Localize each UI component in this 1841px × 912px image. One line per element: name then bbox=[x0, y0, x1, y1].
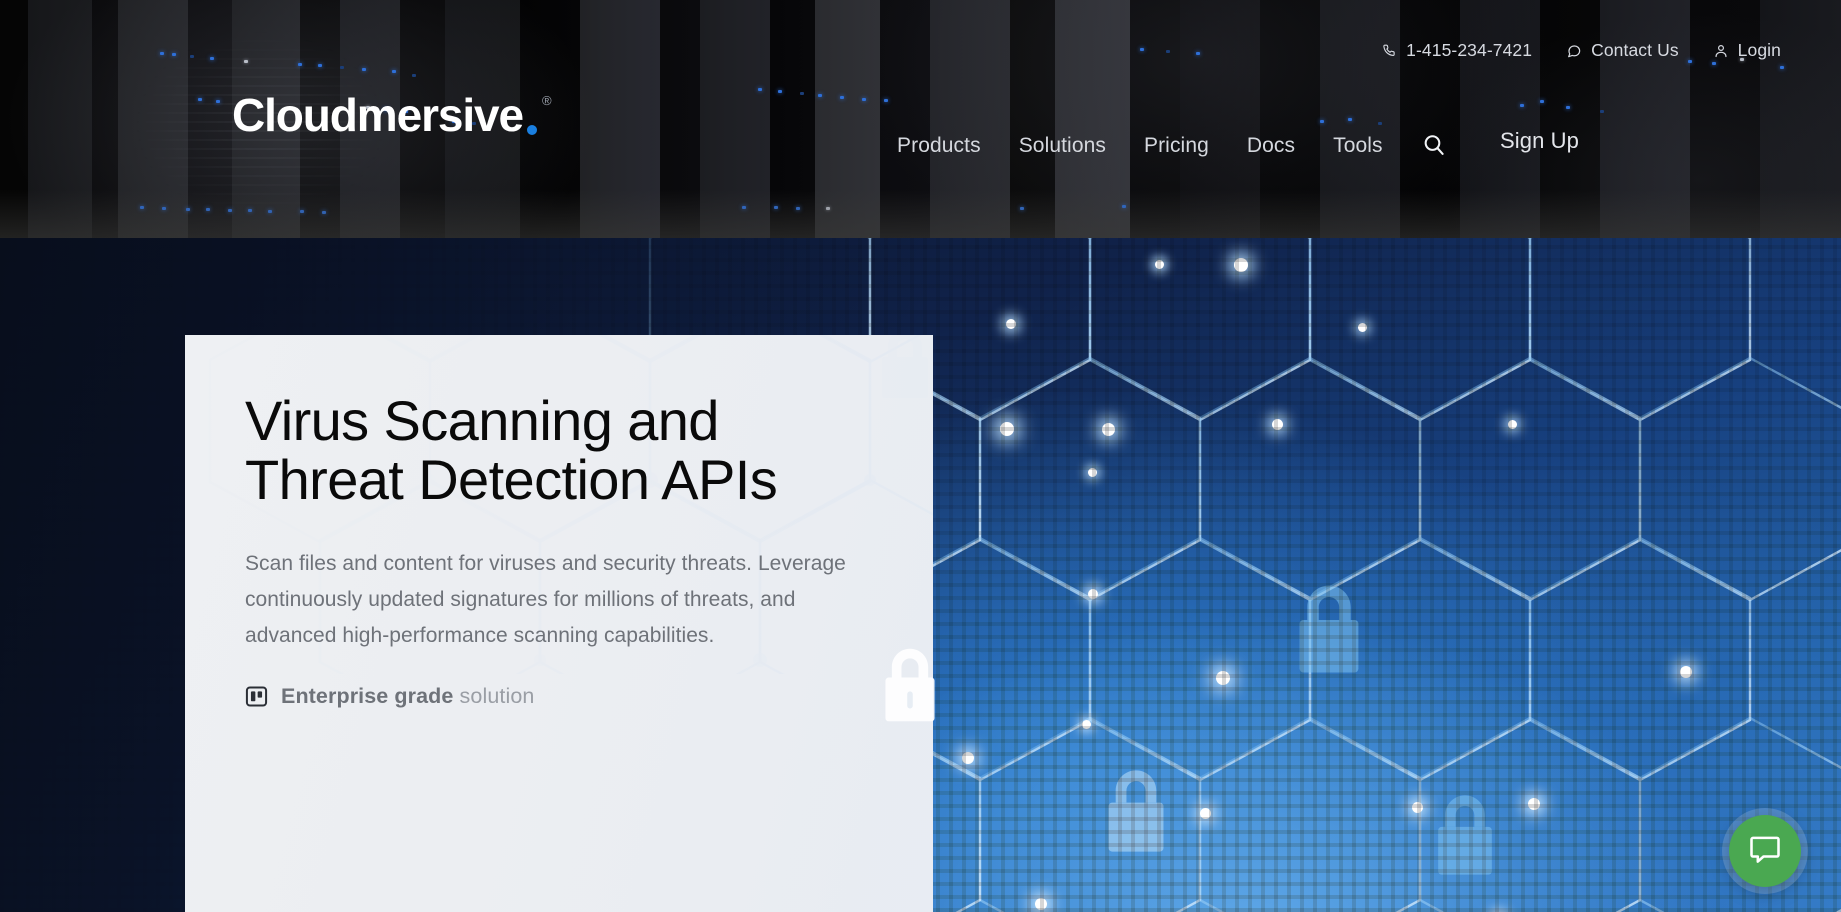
logo-wordmark: Cloudmersive bbox=[232, 89, 524, 141]
sign-up-button[interactable]: Sign Up bbox=[1500, 130, 1579, 152]
enterprise-grade-bullet: Enterprise grade solution bbox=[245, 684, 933, 709]
login-link[interactable]: Login bbox=[1713, 40, 1781, 60]
enterprise-grade-icon bbox=[245, 685, 268, 708]
enterprise-grade-label: Enterprise grade solution bbox=[281, 684, 534, 709]
contact-us-link[interactable]: Contact Us bbox=[1566, 40, 1679, 60]
page-root: 1-415-234-7421 Contact Us Login Cloudmer… bbox=[0, 0, 1841, 912]
contact-us-label: Contact Us bbox=[1591, 40, 1679, 60]
header-bottom-gradient bbox=[0, 190, 1841, 238]
hero-content-card: Virus Scanning and Threat Detection APIs… bbox=[185, 335, 933, 912]
padlock-icon-edge bbox=[885, 648, 935, 722]
hero-description: Scan files and content for viruses and s… bbox=[245, 551, 846, 647]
chat-bubble-icon bbox=[1747, 831, 1783, 872]
user-icon bbox=[1713, 43, 1729, 59]
page-title: Virus Scanning and Threat Detection APIs bbox=[245, 389, 778, 511]
site-logo[interactable]: Cloudmersive ® bbox=[232, 92, 552, 138]
logo-dot bbox=[527, 125, 538, 135]
enterprise-grade-strong: Enterprise grade bbox=[281, 683, 454, 708]
phone-icon bbox=[1382, 43, 1397, 58]
enterprise-grade-rest: solution bbox=[453, 683, 535, 708]
nav-item-solutions[interactable]: Solutions bbox=[1000, 135, 1125, 156]
main-navigation: Products Solutions Pricing Docs Tools bbox=[878, 132, 1447, 158]
login-label: Login bbox=[1737, 40, 1781, 60]
search-icon[interactable] bbox=[1421, 132, 1447, 158]
nav-item-products[interactable]: Products bbox=[878, 135, 1000, 156]
hero-card-content: Virus Scanning and Threat Detection APIs… bbox=[185, 335, 933, 912]
nav-item-docs[interactable]: Docs bbox=[1228, 135, 1314, 156]
nav-item-pricing[interactable]: Pricing bbox=[1125, 135, 1228, 156]
phone-number-link[interactable]: 1-415-234-7421 bbox=[1382, 40, 1533, 60]
chat-widget-button[interactable] bbox=[1729, 815, 1801, 887]
site-header: 1-415-234-7421 Contact Us Login Cloudmer… bbox=[0, 0, 1841, 238]
nav-item-tools[interactable]: Tools bbox=[1314, 135, 1402, 156]
registered-trademark-symbol: ® bbox=[542, 93, 552, 108]
phone-number-label: 1-415-234-7421 bbox=[1406, 40, 1533, 60]
chat-bubble-icon bbox=[1566, 43, 1582, 59]
utility-bar: 1-415-234-7421 Contact Us Login bbox=[1382, 40, 1781, 60]
